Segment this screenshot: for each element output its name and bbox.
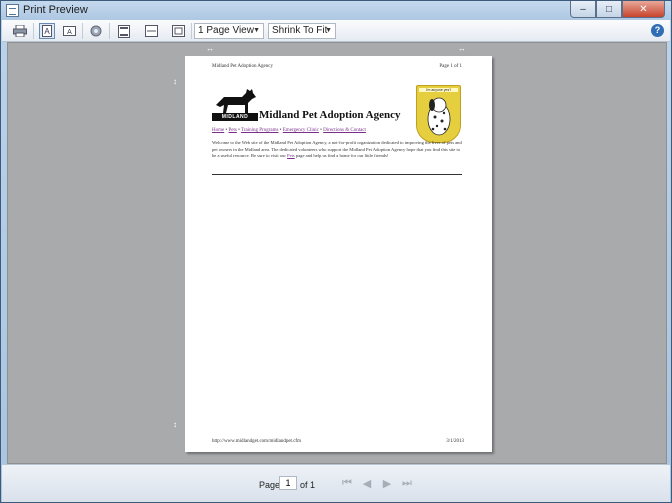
toolbar-separator: [82, 23, 83, 39]
first-page-button[interactable]: ⏮: [340, 476, 354, 490]
agency-logo: MIDLAND: [212, 85, 258, 121]
svg-text:A: A: [44, 27, 50, 36]
nav-link-emergency[interactable]: Emergency Clinic: [283, 128, 319, 133]
chevron-down-icon: ▼: [253, 27, 260, 34]
page-number-input[interactable]: 1: [279, 476, 297, 490]
first-page-icon: ⏮: [342, 476, 352, 489]
full-width-icon: [144, 25, 158, 37]
nav-link-directions[interactable]: Directions & Contact: [323, 128, 366, 133]
landscape-icon: A: [62, 26, 76, 36]
nav-link-pets[interactable]: Pets: [229, 128, 237, 133]
title-bar: Print Preview – □ ✕: [1, 1, 671, 20]
page-header-right: Page 1 of 1: [439, 64, 462, 69]
margin-handle-icon[interactable]: ↕: [173, 421, 177, 429]
page-view-value: 1 Page View: [198, 25, 254, 36]
toolbar: A A 1 Page View ▼ Shrink To Fit ▼ ?: [2, 20, 670, 42]
page-setup-icon: [90, 25, 102, 37]
dog-caption: I'm anyone yes?: [419, 88, 458, 92]
toolbar-separator: [109, 23, 110, 39]
page-navigation-bar: Page 1 of 1 ⏮ ◀ ▶ ⏭: [2, 464, 670, 502]
toolbar-separator: [33, 23, 34, 39]
dalmatian-icon: [427, 97, 451, 136]
last-page-icon: ⏭: [402, 476, 412, 489]
shrink-value: Shrink To Fit: [272, 25, 328, 36]
margin-handle-icon[interactable]: ↔: [206, 45, 214, 53]
next-page-button[interactable]: ▶: [380, 476, 394, 490]
header-footer-icon: [118, 24, 130, 38]
page-footer-url: http://www.midlandget.com/midlandpet.cfm: [212, 439, 301, 444]
chevron-down-icon: ▼: [325, 27, 332, 34]
minimize-button[interactable]: –: [570, 1, 596, 18]
page-label: Page: [259, 480, 281, 490]
print-preview-app-icon: [6, 4, 19, 17]
page-count: of 1: [300, 480, 316, 490]
page-setup-button[interactable]: [88, 23, 104, 39]
prev-page-button[interactable]: ◀: [360, 476, 374, 490]
portrait-icon: A: [42, 25, 52, 37]
print-button[interactable]: [12, 23, 28, 39]
svg-text:A: A: [67, 29, 72, 36]
margin-handle-icon[interactable]: ↕: [173, 78, 177, 86]
print-icon: [13, 25, 27, 37]
preview-page: Midland Pet Adoption Agency Page 1 of 1 …: [185, 56, 492, 452]
nav-link-training[interactable]: Training Programs: [241, 128, 278, 133]
header-footer-button[interactable]: [116, 23, 132, 39]
full-width-button[interactable]: [143, 23, 159, 39]
welcome-paragraph: Welcome to the Web site of the Midland P…: [212, 140, 462, 159]
agency-title: Midland Pet Adoption Agency: [259, 109, 401, 121]
page-header-left: Midland Pet Adoption Agency: [212, 64, 273, 69]
prev-page-icon: ◀: [362, 477, 372, 490]
portrait-button[interactable]: A: [39, 23, 55, 39]
last-page-button[interactable]: ⏭: [400, 476, 414, 490]
maximize-button[interactable]: □: [596, 1, 622, 18]
dalmatian-badge: I'm anyone yes?: [416, 85, 461, 143]
print-preview-window: Print Preview – □ ✕ A A 1 Page View ▼ Sh…: [0, 0, 672, 503]
nav-link-home[interactable]: Home: [212, 128, 224, 133]
full-page-icon: [171, 25, 185, 37]
window-controls: – □ ✕: [570, 1, 665, 19]
close-button[interactable]: ✕: [622, 1, 665, 18]
dog-silhouette-icon: [216, 89, 256, 113]
toolbar-separator: [191, 23, 192, 39]
help-icon[interactable]: ?: [651, 24, 664, 37]
page-view-select[interactable]: 1 Page View ▼: [194, 23, 264, 39]
next-page-icon: ▶: [382, 477, 392, 490]
page-nav-links: Home • Pets • Training Programs • Emerge…: [212, 128, 366, 133]
shrink-to-fit-select[interactable]: Shrink To Fit ▼: [268, 23, 336, 39]
page-footer-date: 3/1/2013: [446, 439, 464, 444]
logo-label: MIDLAND: [212, 113, 258, 121]
pets-link[interactable]: Pets: [287, 153, 295, 158]
margin-handle-icon[interactable]: ↔: [458, 45, 466, 53]
full-page-button[interactable]: [170, 23, 186, 39]
landscape-button[interactable]: A: [61, 23, 77, 39]
window-title: Print Preview: [23, 4, 88, 16]
preview-area: ↔ ↔ ↕ ↕ Midland Pet Adoption Agency Page…: [7, 42, 667, 464]
divider: [212, 174, 462, 175]
